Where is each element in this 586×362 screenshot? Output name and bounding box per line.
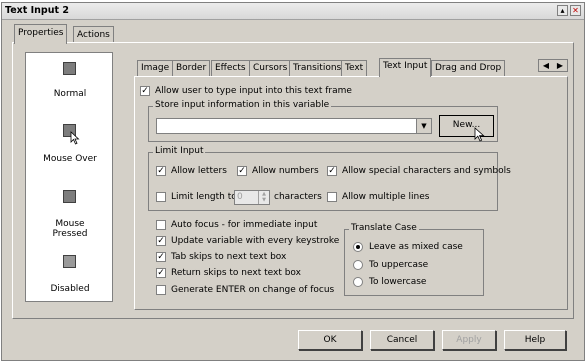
option-label: Tab skips to next text box bbox=[171, 252, 287, 262]
inner-tabstrip: Image Border Effects Cursors Transitions… bbox=[137, 58, 537, 77]
radio-selected-icon bbox=[353, 242, 363, 252]
window-title: Text Input 2 bbox=[5, 5, 69, 16]
apply-button[interactable]: Apply bbox=[442, 330, 496, 350]
state-normal-icon[interactable] bbox=[63, 62, 76, 75]
checkbox-icon: ✓ bbox=[140, 86, 150, 96]
minimize-icon[interactable]: ▴ bbox=[557, 5, 568, 16]
tab-text-input[interactable]: Text Input bbox=[379, 58, 432, 77]
tab-effects[interactable]: Effects bbox=[211, 60, 250, 76]
option-tab-skips-checkbox[interactable]: ✓ Tab skips to next text box bbox=[156, 252, 286, 262]
checkbox-icon: ✓ bbox=[327, 166, 337, 176]
allow-special-checkbox[interactable]: ✓ Allow special characters and symbols bbox=[327, 166, 511, 176]
variable-combo[interactable]: ▼ bbox=[156, 118, 432, 134]
tab-scroll-right-icon[interactable]: ▶ bbox=[553, 60, 567, 71]
checkbox-icon bbox=[156, 192, 166, 202]
limit-length-label: Limit length to bbox=[171, 192, 237, 202]
allow-multiline-checkbox[interactable]: Allow multiple lines bbox=[327, 192, 429, 202]
option-generate-enter-checkbox[interactable]: Generate ENTER on change of focus bbox=[156, 285, 334, 295]
checkbox-icon: ✓ bbox=[237, 166, 247, 176]
help-button[interactable]: Help bbox=[504, 330, 566, 350]
allow-special-label: Allow special characters and symbols bbox=[342, 166, 511, 176]
allow-numbers-label: Allow numbers bbox=[252, 166, 319, 176]
state-mouse-pressed-label[interactable]: Mouse Pressed bbox=[44, 219, 96, 239]
chevron-down-icon[interactable]: ▼ bbox=[416, 119, 431, 133]
case-upper-label: To uppercase bbox=[369, 260, 429, 270]
limit-input-group: Limit Input bbox=[148, 146, 498, 211]
tab-border[interactable]: Border bbox=[172, 60, 211, 76]
translate-case-group-label: Translate Case bbox=[349, 223, 419, 233]
close-icon[interactable]: ✕ bbox=[570, 5, 581, 16]
tab-image[interactable]: Image bbox=[137, 60, 174, 76]
case-lower-label: To lowercase bbox=[369, 277, 427, 287]
tab-scroll-left-icon[interactable]: ◀ bbox=[539, 60, 553, 71]
option-return-skips-checkbox[interactable]: ✓ Return skips to next text box bbox=[156, 268, 301, 278]
case-mixed-label: Leave as mixed case bbox=[369, 242, 463, 252]
case-mixed-radio[interactable]: Leave as mixed case bbox=[353, 242, 463, 252]
checkbox-icon bbox=[156, 220, 166, 230]
checkbox-icon: ✓ bbox=[156, 166, 166, 176]
tab-transitions[interactable]: Transitions bbox=[289, 60, 346, 76]
mouse-cursor-icon bbox=[70, 131, 80, 145]
tab-drag-and-drop[interactable]: Drag and Drop bbox=[431, 60, 506, 76]
radio-icon bbox=[353, 260, 363, 270]
allow-numbers-checkbox[interactable]: ✓ Allow numbers bbox=[237, 166, 319, 176]
allow-multiline-label: Allow multiple lines bbox=[342, 192, 430, 202]
option-label: Generate ENTER on change of focus bbox=[171, 285, 335, 295]
length-spinner-value: 0 bbox=[237, 192, 243, 202]
option-label: Return skips to next text box bbox=[171, 268, 301, 278]
spinner-arrows-icon[interactable]: ▲ ▼ bbox=[258, 191, 269, 204]
limit-length-checkbox[interactable]: Limit length to bbox=[156, 192, 237, 202]
checkbox-icon: ✓ bbox=[156, 252, 166, 262]
checkbox-icon: ✓ bbox=[156, 268, 166, 278]
radio-icon bbox=[353, 277, 363, 287]
checkbox-icon: ✓ bbox=[156, 236, 166, 246]
limit-input-group-label: Limit Input bbox=[153, 146, 206, 156]
checkbox-icon bbox=[156, 285, 166, 295]
checkbox-icon bbox=[327, 192, 337, 202]
allow-letters-label: Allow letters bbox=[171, 166, 227, 176]
option-label: Update variable with every keystroke bbox=[171, 236, 340, 246]
state-mouse-pressed-icon[interactable] bbox=[63, 190, 76, 203]
state-list: Normal Mouse Over Mouse Pressed Disabled bbox=[25, 52, 113, 302]
store-variable-group-label: Store input information in this variable bbox=[153, 100, 332, 110]
allow-letters-checkbox[interactable]: ✓ Allow letters bbox=[156, 166, 227, 176]
ok-button[interactable]: OK bbox=[298, 330, 362, 350]
state-disabled-label[interactable]: Disabled bbox=[26, 284, 114, 294]
case-lower-radio[interactable]: To lowercase bbox=[353, 277, 426, 287]
tab-properties[interactable]: Properties bbox=[14, 24, 68, 44]
characters-label: characters bbox=[274, 192, 322, 202]
tab-text[interactable]: Text bbox=[341, 60, 368, 76]
case-upper-radio[interactable]: To uppercase bbox=[353, 260, 428, 270]
option-auto-focus-checkbox[interactable]: Auto focus - for immediate input bbox=[156, 220, 317, 230]
tab-actions[interactable]: Actions bbox=[73, 26, 114, 43]
tab-cursors[interactable]: Cursors bbox=[249, 60, 292, 76]
state-mouse-over-label[interactable]: Mouse Over bbox=[26, 154, 114, 164]
state-disabled-icon[interactable] bbox=[63, 255, 76, 268]
length-spinner[interactable]: 0 ▲ ▼ bbox=[234, 190, 270, 205]
state-normal-label[interactable]: Normal bbox=[26, 89, 114, 99]
allow-typing-label: Allow user to type input into this text … bbox=[155, 86, 352, 96]
tab-scroll-arrows: ◀ ▶ bbox=[538, 59, 568, 72]
mouse-cursor-icon bbox=[474, 127, 485, 142]
option-label: Auto focus - for immediate input bbox=[171, 220, 318, 230]
option-update-variable-checkbox[interactable]: ✓ Update variable with every keystroke bbox=[156, 236, 339, 246]
allow-typing-checkbox[interactable]: ✓ Allow user to type input into this tex… bbox=[140, 86, 352, 96]
cancel-button[interactable]: Cancel bbox=[370, 330, 434, 350]
title-bar: Text Input 2 ▴ ✕ bbox=[2, 3, 584, 20]
